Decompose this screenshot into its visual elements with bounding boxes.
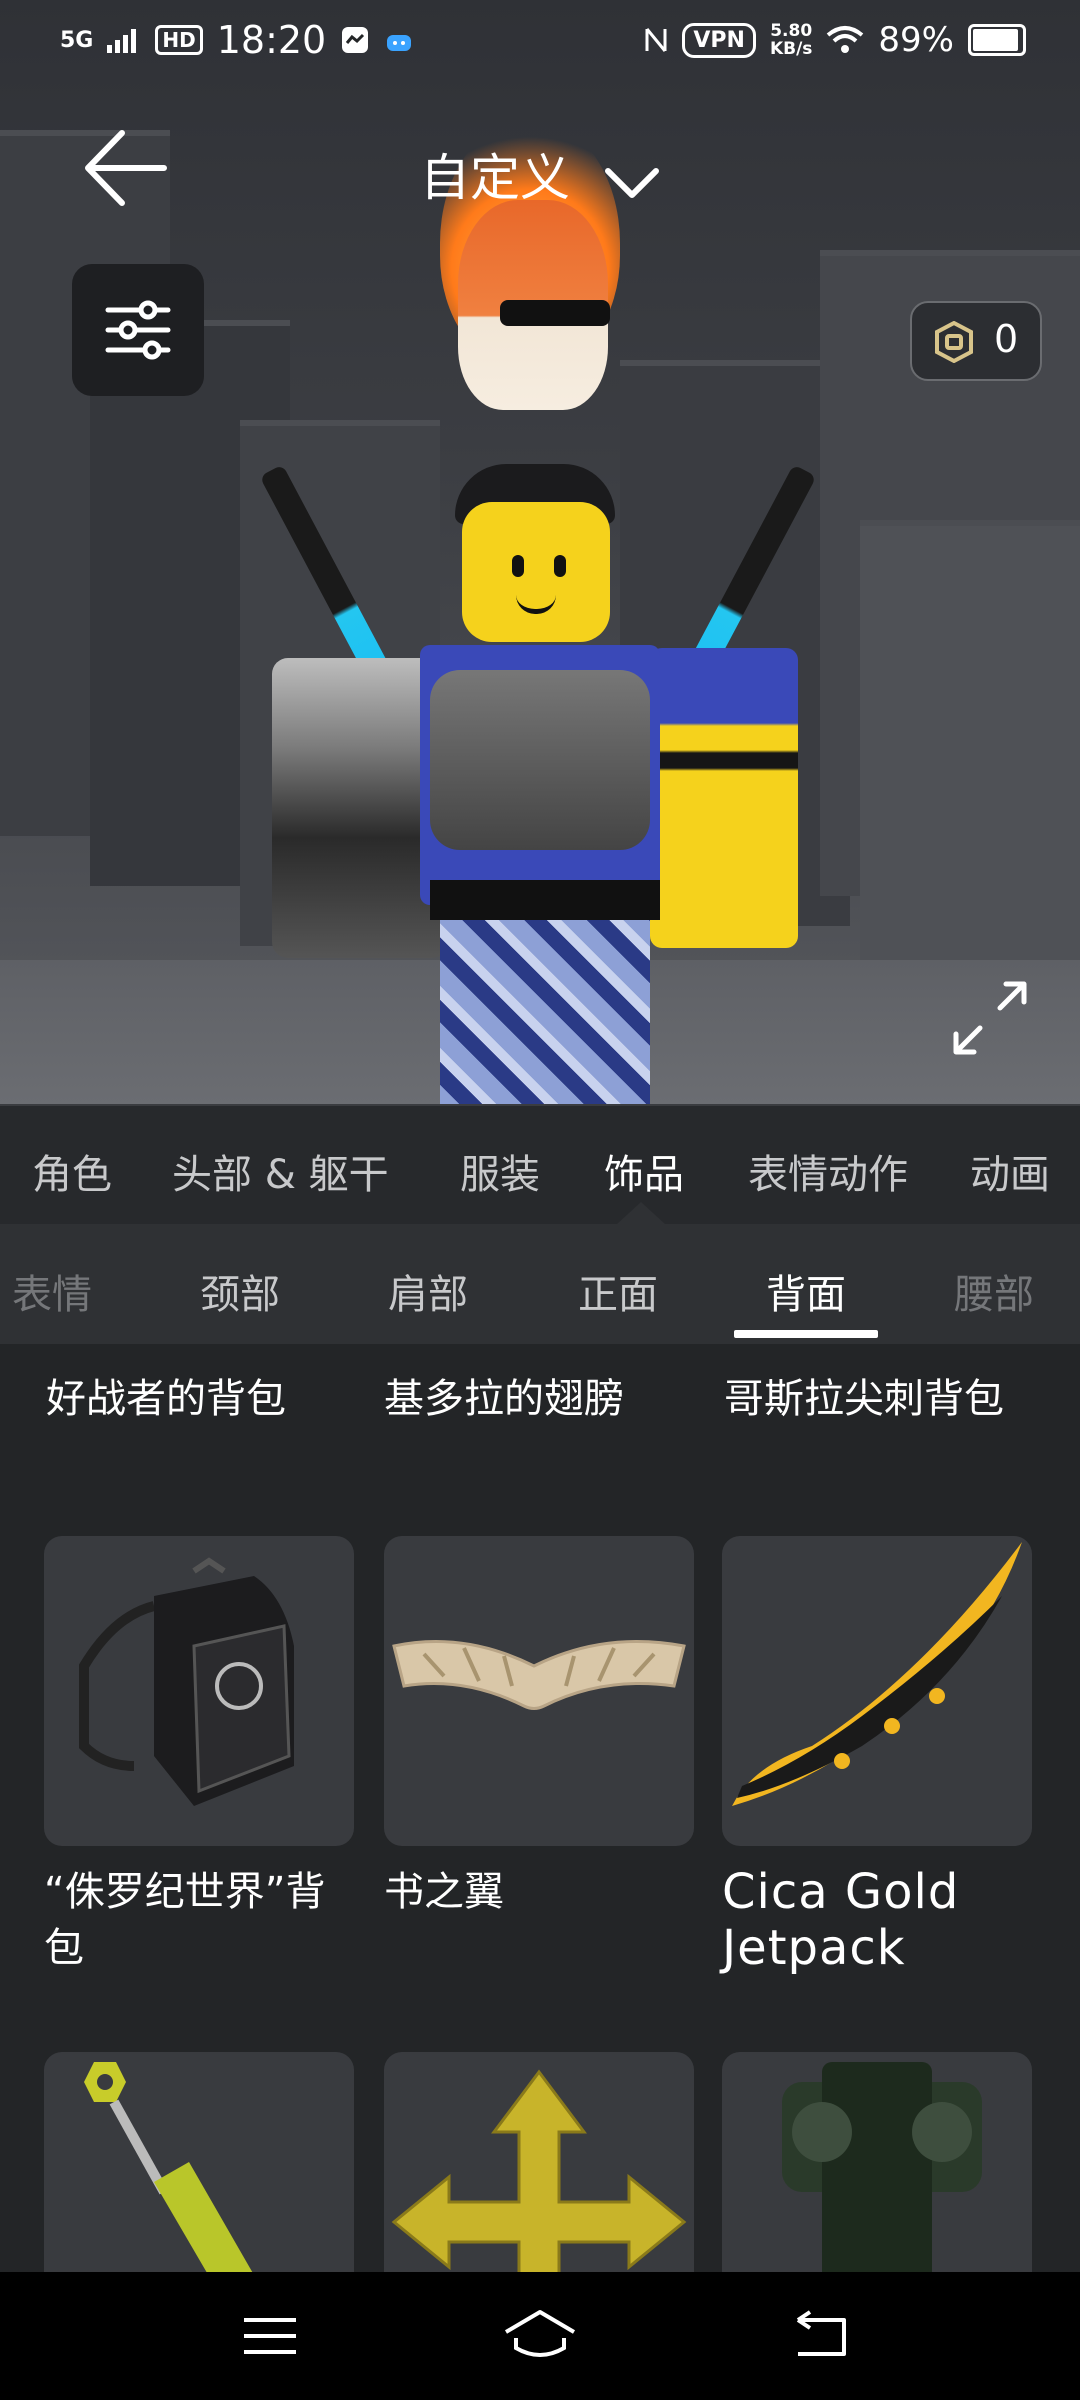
belt	[430, 880, 660, 920]
clock: 18:20	[216, 18, 327, 62]
subtab-back[interactable]: 背面	[766, 1262, 846, 1320]
status-left: 5G HD 18:20	[60, 18, 414, 62]
item-card[interactable]	[384, 2052, 694, 2272]
left-eye	[512, 555, 524, 577]
backpack-icon	[79, 1557, 294, 1806]
item-card[interactable]	[722, 2052, 1032, 2272]
page-title[interactable]: 自定义	[0, 138, 1080, 211]
system-nav-bar	[0, 2272, 1080, 2400]
status-right: VPN 5.80 KB/s 89%	[644, 20, 1026, 60]
gold-wing-icon	[732, 1542, 1022, 1806]
head	[462, 502, 610, 642]
menu-icon	[244, 2318, 296, 2354]
gold-arrows-icon	[391, 2069, 687, 2272]
hd-badge: HD	[155, 25, 203, 55]
speed-value: 5.80	[770, 21, 813, 41]
tab-clothing[interactable]: 服装	[460, 1142, 540, 1200]
subtab-neck[interactable]: 颈部	[200, 1262, 280, 1320]
battery-icon	[968, 24, 1026, 56]
nfc-icon	[645, 28, 667, 52]
network-label: 5G	[60, 27, 94, 53]
nav-back-button[interactable]	[784, 2308, 864, 2364]
message-icon	[342, 27, 369, 53]
nav-menu-button[interactable]	[230, 2308, 310, 2364]
sunglasses	[500, 300, 610, 326]
tab-character[interactable]: 角色	[32, 1142, 112, 1200]
active-tab-caret	[617, 1202, 665, 1224]
app-notification-icon	[387, 35, 412, 51]
legs	[440, 920, 650, 1104]
subtab-face[interactable]: 表情	[12, 1262, 92, 1320]
active-subtab-indicator	[734, 1330, 878, 1338]
item-label[interactable]: 哥斯拉尖刺背包	[724, 1366, 1004, 1424]
fullscreen-button[interactable]	[950, 978, 1030, 1058]
item-thumbnail[interactable]	[44, 1536, 354, 1846]
item-thumbnail[interactable]	[722, 1536, 1032, 1846]
tab-emotes[interactable]: 表情动作	[748, 1142, 908, 1200]
item-card[interactable]: “侏罗纪世界”背包	[44, 1536, 354, 1976]
robux-value: 0	[994, 317, 1019, 361]
sliders-icon	[105, 300, 171, 360]
vpn-badge: VPN	[682, 22, 756, 58]
item-label: 书之翼	[384, 1869, 504, 1915]
bg-block	[860, 520, 1080, 986]
robux-balance[interactable]: 0	[910, 301, 1042, 381]
robux-icon	[934, 320, 974, 367]
battery-percent: 89%	[878, 20, 954, 60]
expand-icon	[953, 981, 1027, 1055]
chevron-down-icon	[604, 153, 660, 211]
back-icon	[796, 2310, 846, 2356]
item-thumbnail[interactable]	[384, 1536, 694, 1846]
speed-unit: KB/s	[769, 39, 813, 59]
tab-accessories[interactable]: 饰品	[604, 1142, 684, 1200]
home-icon	[504, 2310, 576, 2357]
subtab-shoulder[interactable]: 肩部	[388, 1262, 468, 1320]
jetpack-icon	[782, 2062, 982, 2272]
subtab-front[interactable]: 正面	[578, 1262, 658, 1320]
paper-wings-icon	[392, 1640, 686, 1710]
signal-icon	[107, 29, 137, 53]
item-label[interactable]: 好战者的背包	[46, 1366, 286, 1424]
nav-home-button[interactable]	[500, 2308, 580, 2364]
right-eye	[554, 555, 566, 577]
right-arm	[650, 648, 798, 948]
page-title-text: 自定义	[420, 149, 571, 207]
item-label: Cica Gold Jetpack	[722, 1864, 960, 1976]
avatar-preview[interactable]: 5G HD 18:20 VPN 5.80 KB/s 89% 自定义 0	[0, 0, 1080, 1104]
item-card[interactable]	[44, 2052, 354, 2272]
network-speed: 5.80 KB/s	[770, 22, 812, 58]
category-tabs: 角色 头部 & 躯干 服装 饰品 表情动作 动画	[0, 1104, 1080, 1226]
subtab-waist[interactable]: 腰部	[954, 1262, 1034, 1320]
tab-head-body[interactable]: 头部 & 躯干	[172, 1142, 389, 1200]
subcategory-tabs: 表情 颈部 肩部 正面 背面 腰部	[0, 1224, 1080, 1344]
item-card[interactable]: Cica Gold Jetpack	[722, 1536, 1032, 1976]
item-card[interactable]: 书之翼	[384, 1536, 694, 1920]
item-label: “侏罗纪世界”背包	[44, 1869, 326, 1971]
key-sword-icon	[84, 2062, 253, 2272]
item-thumbnail[interactable]	[44, 2052, 354, 2272]
item-thumbnail[interactable]	[722, 2052, 1032, 2272]
item-grid: 好战者的背包 基多拉的翅膀 哥斯拉尖刺背包 “侏罗纪世界”背包 书之翼 Cica…	[0, 1344, 1080, 2272]
filter-button[interactable]	[72, 264, 204, 396]
status-bar: 5G HD 18:20 VPN 5.80 KB/s 89%	[0, 0, 1080, 84]
chest-armor	[430, 670, 650, 850]
tab-animations[interactable]: 动画	[970, 1142, 1050, 1200]
item-label[interactable]: 基多拉的翅膀	[384, 1366, 624, 1424]
wifi-icon	[827, 26, 864, 53]
item-thumbnail[interactable]	[384, 2052, 694, 2272]
